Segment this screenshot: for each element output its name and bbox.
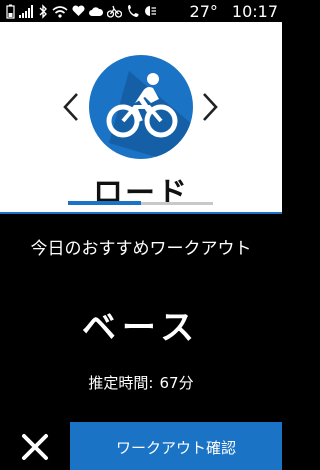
road-bike-icon xyxy=(106,71,193,159)
status-icons xyxy=(6,3,157,19)
page-indicator-fill xyxy=(68,201,141,205)
activity-profile-button[interactable] xyxy=(89,55,193,159)
heart-icon xyxy=(72,5,85,16)
recommended-workout-sheet: 今日のおすすめワークアウト ベース 推定時間: 67分 ワークアウト確認 xyxy=(0,212,282,470)
close-icon xyxy=(22,434,48,460)
wifi-icon xyxy=(52,5,68,18)
cloud-icon xyxy=(89,6,103,16)
chevron-right-icon[interactable] xyxy=(201,92,219,122)
confirm-workout-button[interactable]: ワークアウト確認 xyxy=(70,422,282,470)
bluetooth-icon xyxy=(39,3,47,19)
dismiss-button[interactable] xyxy=(0,422,70,470)
signal-icon xyxy=(19,5,33,18)
chevron-left-icon[interactable] xyxy=(62,92,80,122)
phone-link-icon xyxy=(128,5,139,17)
clock-text: 10:17 xyxy=(231,1,278,21)
estimated-time: 推定時間: 67分 xyxy=(0,372,282,393)
battery-icon xyxy=(6,4,15,19)
workout-name: ベース xyxy=(81,308,201,348)
estimate-label: 推定時間: xyxy=(88,374,154,392)
status-bar: 27° 10:17 xyxy=(0,0,282,22)
activity-selector: ロード xyxy=(0,22,282,256)
activity-name: ロード xyxy=(93,176,189,211)
temperature-text: 27° xyxy=(189,1,218,21)
screen: 27° 10:17 ロード 今日のおすすめワークアウト ベース 推定時間: 67… xyxy=(0,0,282,470)
sheet-title: 今日のおすすめワークアウト xyxy=(30,239,252,259)
bike-sensor-icon xyxy=(107,5,122,18)
headlight-icon xyxy=(145,6,156,16)
estimate-value: 67分 xyxy=(159,374,194,392)
